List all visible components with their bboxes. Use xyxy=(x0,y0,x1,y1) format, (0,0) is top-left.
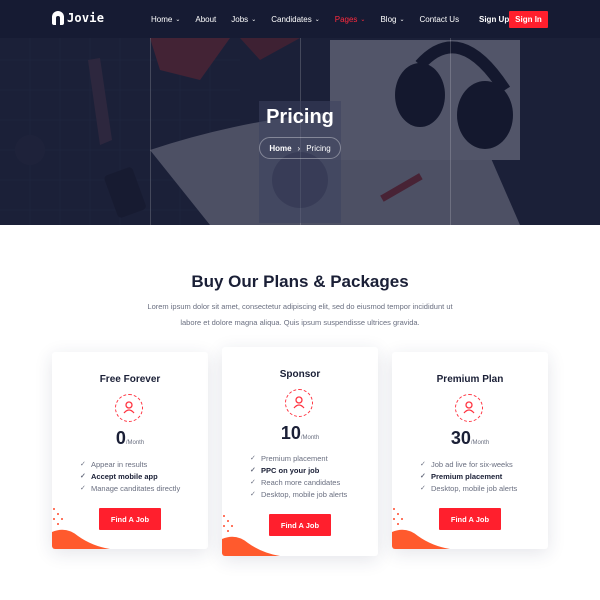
feature-text: Premium placement xyxy=(261,453,328,463)
plan-price: 30/Month xyxy=(392,428,548,449)
breadcrumb: Home › Pricing xyxy=(259,137,341,159)
feature-text: Manage canditates directly xyxy=(91,483,181,493)
feature-text: Job ad live for six-weeks xyxy=(431,459,513,469)
chevron-down-icon: ⌄ xyxy=(399,16,405,23)
chevron-right-icon: › xyxy=(297,143,301,153)
divider xyxy=(150,38,151,225)
card-decoration xyxy=(222,515,280,556)
feature-text: Accept mobile app xyxy=(91,471,158,481)
check-icon: ✓ xyxy=(250,467,256,474)
sign-up-link[interactable]: Sign Up xyxy=(479,15,509,24)
feature-text: Desktop, mobile job alerts xyxy=(261,489,348,499)
price-unit: /Month xyxy=(125,440,145,446)
price-value: 0 xyxy=(115,428,126,448)
list-item: ✓ Accept mobile app xyxy=(80,470,180,482)
feature-list: ✓ Job ad live for six-weeks ✓ Premium plac… xyxy=(420,458,517,494)
list-item: ✓ Premium placement xyxy=(420,470,517,482)
feature-text: Desktop, mobile job alerts xyxy=(431,483,518,493)
nav-item-label: Candidates xyxy=(271,14,312,24)
page-title: Pricing xyxy=(266,106,334,128)
nav-item-label: Home xyxy=(151,14,173,24)
check-icon: ✓ xyxy=(250,479,256,486)
check-icon: ✓ xyxy=(80,461,86,468)
section-description: Lorem ipsum dolor sit amet, consectetur … xyxy=(130,299,470,331)
nav-item-pages[interactable]: Pages ⌄ xyxy=(335,15,366,24)
nav-item-about[interactable]: About xyxy=(195,15,216,24)
list-item: ✓ Premium placement xyxy=(250,452,347,464)
main-nav: Home ⌄ About Jobs ⌄ Candidates ⌄ Pages ⌄… xyxy=(151,0,474,38)
plan-price: 0/Month xyxy=(52,428,208,449)
nav-item-contact[interactable]: Contact Us xyxy=(420,15,460,24)
price-unit: /Month xyxy=(470,440,490,446)
plan-name: Premium Plan xyxy=(436,374,504,385)
nav-item-label: Blog xyxy=(380,14,397,24)
nav-item-blog[interactable]: Blog ⌄ xyxy=(380,15,404,24)
check-icon: ✓ xyxy=(80,473,86,480)
list-item: ✓ Reach more candidates xyxy=(250,476,347,488)
feature-list: ✓ Premium placement ✓ PPC on your job ✓ Rea… xyxy=(250,452,347,500)
list-item: ✓ Desktop, mobile job alerts xyxy=(420,482,517,494)
check-icon: ✓ xyxy=(250,455,256,462)
nav-item-label: Pages xyxy=(334,14,358,24)
check-icon: ✓ xyxy=(250,491,256,498)
pricing-card-sponsor: Sponsor 10/Month ✓ Premium placement ✓ PPC… xyxy=(222,347,378,556)
card-decoration xyxy=(52,508,110,549)
list-item: ✓ Job ad live for six-weeks xyxy=(420,458,517,470)
nav-item-candidates[interactable]: Candidates ⌄ xyxy=(271,15,320,24)
breadcrumb-current: Pricing xyxy=(306,143,331,153)
chevron-down-icon: ⌄ xyxy=(175,16,181,23)
plan-name: Sponsor xyxy=(279,369,321,380)
nav-item-label: About xyxy=(195,14,217,24)
check-icon: ✓ xyxy=(420,485,426,492)
price-unit: /Month xyxy=(300,435,320,441)
section-title: Buy Our Plans & Packages xyxy=(191,272,409,291)
chevron-down-icon: ⌄ xyxy=(360,16,366,23)
description-line: Lorem ipsum dolor sit amet, consectetur … xyxy=(147,302,453,311)
check-icon: ✓ xyxy=(80,485,86,492)
plan-price: 10/Month xyxy=(222,423,378,444)
chevron-down-icon: ⌄ xyxy=(314,16,320,23)
nav-item-label: Jobs xyxy=(231,14,249,24)
pricing-card-premium: Premium Plan 30/Month ✓ Job ad live for s… xyxy=(392,352,548,549)
pricing-card-free: Free Forever 0/Month ✓ Appear in results … xyxy=(52,352,208,549)
nav-item-home[interactable]: Home ⌄ xyxy=(151,15,180,24)
card-decoration xyxy=(392,508,450,549)
price-value: 30 xyxy=(450,428,471,448)
feature-list: ✓ Appear in results ✓ Accept mobile app ✓ M… xyxy=(80,458,180,494)
description-line: labore et dolore magna aliqua. Quis ipsu… xyxy=(180,318,420,327)
list-item: ✓ PPC on your job xyxy=(250,464,347,476)
chevron-down-icon: ⌄ xyxy=(251,16,257,23)
feature-text: Appear in results xyxy=(91,459,148,469)
plan-name: Free Forever xyxy=(99,374,161,385)
nav-item-label: Contact Us xyxy=(419,14,460,24)
nav-item-jobs[interactable]: Jobs ⌄ xyxy=(231,15,256,24)
feature-text: Reach more candidates xyxy=(261,477,341,487)
breadcrumb-home-link[interactable]: Home xyxy=(269,144,291,153)
check-icon: ✓ xyxy=(420,461,426,468)
list-item: ✓ Desktop, mobile job alerts xyxy=(250,488,347,500)
user-icon xyxy=(455,394,483,422)
feature-text: Premium placement xyxy=(431,471,503,481)
feature-text: PPC on your job xyxy=(261,465,320,475)
list-item: ✓ Appear in results xyxy=(80,458,180,470)
logo-icon xyxy=(52,11,64,25)
sign-in-button[interactable]: Sign In xyxy=(509,11,548,28)
logo[interactable]: Jovie xyxy=(52,11,104,25)
divider xyxy=(450,38,451,225)
user-icon xyxy=(285,389,313,417)
check-icon: ✓ xyxy=(420,473,426,480)
list-item: ✓ Manage canditates directly xyxy=(80,482,180,494)
price-value: 10 xyxy=(280,423,301,443)
logo-text: Jovie xyxy=(67,11,105,25)
user-icon xyxy=(115,394,143,422)
top-navbar: Jovie Home ⌄ About Jobs ⌄ Candidates ⌄ P… xyxy=(0,0,600,38)
